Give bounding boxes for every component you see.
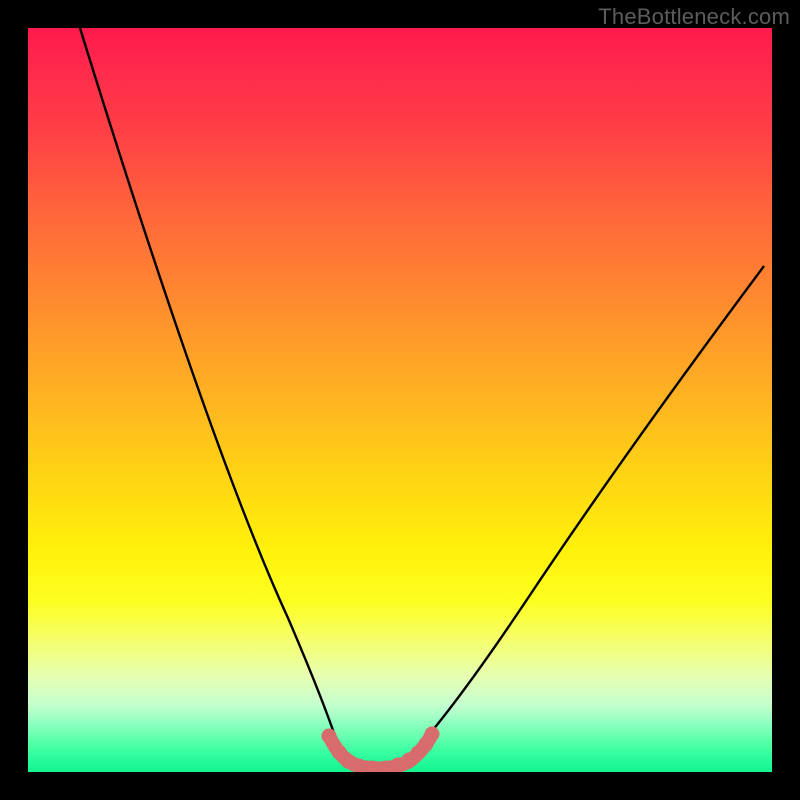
curve-left-branch <box>80 28 344 763</box>
plot-area <box>28 28 772 772</box>
chart-frame: TheBottleneck.com <box>0 0 800 800</box>
watermark-text: TheBottleneck.com <box>598 4 790 30</box>
valley-marker-dots <box>322 727 440 773</box>
curve-right-branch <box>404 266 764 763</box>
curve-layer <box>28 28 772 772</box>
